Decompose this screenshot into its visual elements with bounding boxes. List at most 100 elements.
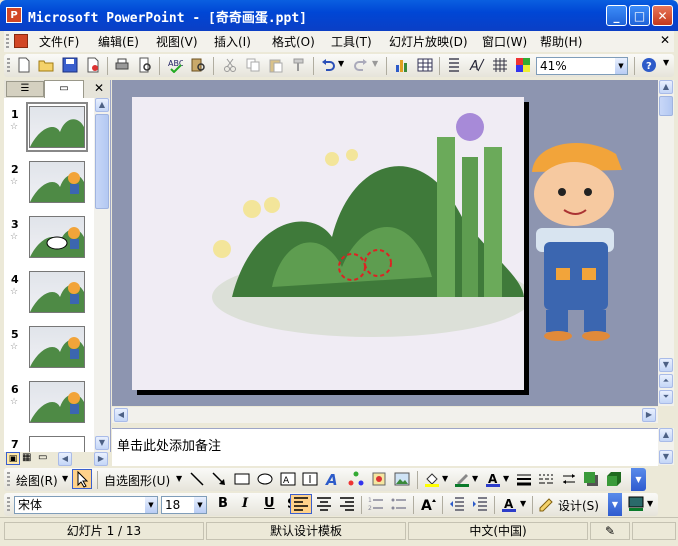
notes-placeholder[interactable]: 单击此处添加备注 <box>117 435 221 454</box>
show-formatting-icon[interactable]: A <box>469 57 485 73</box>
slide-thumbnail[interactable] <box>29 216 85 258</box>
next-slide-icon[interactable]: ⏷ <box>659 390 673 404</box>
autoshapes-dropdown-icon[interactable]: ▼ <box>176 474 182 483</box>
slide-sorter-icon[interactable]: ▦ <box>22 452 31 463</box>
close-button[interactable]: ✕ <box>652 5 673 26</box>
save-icon[interactable] <box>62 57 78 73</box>
cut-icon[interactable] <box>222 57 238 73</box>
slide-thumbnail[interactable] <box>29 106 85 148</box>
line-color-dropdown-icon[interactable]: ▼ <box>472 474 478 483</box>
menu-window[interactable]: 窗口(W) <box>482 33 527 50</box>
font-color-icon[interactable]: A <box>485 471 501 487</box>
font-color-dropdown-icon[interactable]: ▼ <box>503 474 509 483</box>
design-icon[interactable] <box>538 496 554 512</box>
permission-icon[interactable] <box>85 57 101 73</box>
research-icon[interactable] <box>190 57 206 73</box>
underline-button[interactable]: U <box>264 496 275 511</box>
powerpoint-app-icon[interactable]: P <box>6 7 22 23</box>
color-grayscale-icon[interactable] <box>515 57 531 73</box>
redo-dropdown-icon[interactable]: ▼ <box>372 59 378 68</box>
slideshow-view-icon[interactable]: ▭ <box>38 452 47 463</box>
dash-style-icon[interactable] <box>538 471 554 487</box>
slide-thumbnail[interactable] <box>29 436 85 452</box>
bullets-icon[interactable] <box>391 496 407 512</box>
menu-slideshow[interactable]: 幻灯片放映(D) <box>389 33 468 50</box>
help-icon[interactable]: ? <box>641 57 657 73</box>
menu-edit[interactable]: 编辑(E) <box>98 33 139 50</box>
align-right-icon[interactable] <box>339 496 355 512</box>
format-font-color-dropdown-icon[interactable]: ▼ <box>520 499 526 508</box>
copy-icon[interactable] <box>245 57 261 73</box>
scroll-down-icon[interactable]: ▼ <box>659 450 673 464</box>
rectangle-icon[interactable] <box>234 471 250 487</box>
shadow-style-icon[interactable] <box>583 471 599 487</box>
arrow-icon[interactable] <box>211 471 227 487</box>
new-icon[interactable] <box>16 57 32 73</box>
formatting-toolbar-options-icon[interactable]: ▼ <box>608 493 622 516</box>
redo-icon[interactable] <box>353 57 369 73</box>
scroll-down-icon[interactable]: ▼ <box>659 358 673 372</box>
scroll-left-icon[interactable]: ◀ <box>58 452 72 466</box>
menu-tools[interactable]: 工具(T) <box>331 33 372 50</box>
scroll-up-icon[interactable]: ▲ <box>95 98 109 112</box>
format-painter-icon[interactable] <box>291 57 307 73</box>
scroll-up-icon[interactable]: ▲ <box>659 428 673 442</box>
fill-color-icon[interactable] <box>424 471 440 487</box>
autoshapes-button[interactable]: 自选图形(U) <box>104 472 170 489</box>
slide-color-dropdown-icon[interactable]: ▼ <box>647 499 653 508</box>
menu-insert[interactable]: 插入(I) <box>214 33 251 50</box>
scroll-thumb[interactable] <box>95 114 109 209</box>
scroll-up-icon[interactable]: ▲ <box>659 80 673 94</box>
close-pane-icon[interactable]: ✕ <box>94 81 104 95</box>
minimize-button[interactable]: _ <box>606 5 627 26</box>
increase-font-icon[interactable]: A <box>420 496 436 512</box>
bold-button[interactable]: B <box>218 496 228 511</box>
decrease-indent-icon[interactable] <box>449 496 465 512</box>
format-font-color-icon[interactable]: A <box>501 496 517 512</box>
wordart-icon[interactable]: A <box>325 471 341 487</box>
slide-thumbnail[interactable] <box>29 326 85 368</box>
align-center-icon[interactable] <box>316 496 332 512</box>
align-left-button[interactable] <box>290 494 312 514</box>
spelling-status-icon[interactable]: ✎ <box>590 522 630 540</box>
notes-scrollbar[interactable]: ▲ ▼ <box>658 428 674 465</box>
clipart-icon[interactable] <box>371 471 387 487</box>
draw-menu-button[interactable]: 绘图(R) <box>16 472 58 489</box>
show-grid-icon[interactable] <box>492 57 508 73</box>
vertical-textbox-icon[interactable] <box>302 471 318 487</box>
undo-icon[interactable] <box>320 57 336 73</box>
italic-button[interactable]: I <box>242 496 248 511</box>
diagram-icon[interactable] <box>348 471 364 487</box>
toolbar-grip[interactable] <box>7 497 10 512</box>
slide-canvas[interactable] <box>132 97 524 390</box>
oval-icon[interactable] <box>257 471 273 487</box>
zoom-combo[interactable]: 41% ▼ <box>536 57 628 75</box>
scroll-right-icon[interactable]: ▶ <box>94 452 108 466</box>
undo-dropdown-icon[interactable]: ▼ <box>338 59 344 68</box>
drawing-toolbar-options-icon[interactable]: ▼ <box>631 468 646 491</box>
line-style-icon[interactable] <box>516 471 532 487</box>
font-name-combo[interactable]: 宋体 ▼ <box>14 496 158 514</box>
tab-outline[interactable]: ☰ <box>6 81 44 97</box>
scroll-down-icon[interactable]: ▼ <box>95 436 109 450</box>
open-icon[interactable] <box>38 57 54 73</box>
previous-slide-icon[interactable]: ⏶ <box>659 374 673 388</box>
menu-grip[interactable] <box>6 34 9 49</box>
font-size-dropdown-icon[interactable]: ▼ <box>194 497 206 513</box>
slide-thumbnail[interactable] <box>29 381 85 423</box>
normal-view-icon[interactable]: ▣ <box>6 452 20 465</box>
scroll-thumb[interactable] <box>659 96 673 116</box>
toolbar-options-icon[interactable]: ▼ <box>663 58 669 67</box>
font-size-combo[interactable]: 18 ▼ <box>161 496 207 514</box>
slides-scrollbar[interactable]: ▲ ▼ <box>94 98 110 452</box>
numbering-icon[interactable]: 12 <box>368 496 384 512</box>
textbox-icon[interactable]: A <box>280 471 296 487</box>
line-icon[interactable] <box>189 471 205 487</box>
draw-dropdown-icon[interactable]: ▼ <box>62 474 68 483</box>
picture-icon[interactable] <box>394 471 410 487</box>
expand-all-icon[interactable] <box>446 57 462 73</box>
line-color-icon[interactable] <box>454 471 470 487</box>
close-document-icon[interactable]: ✕ <box>660 33 670 47</box>
slide-thumbnail[interactable] <box>29 161 85 203</box>
font-name-dropdown-icon[interactable]: ▼ <box>145 497 157 513</box>
